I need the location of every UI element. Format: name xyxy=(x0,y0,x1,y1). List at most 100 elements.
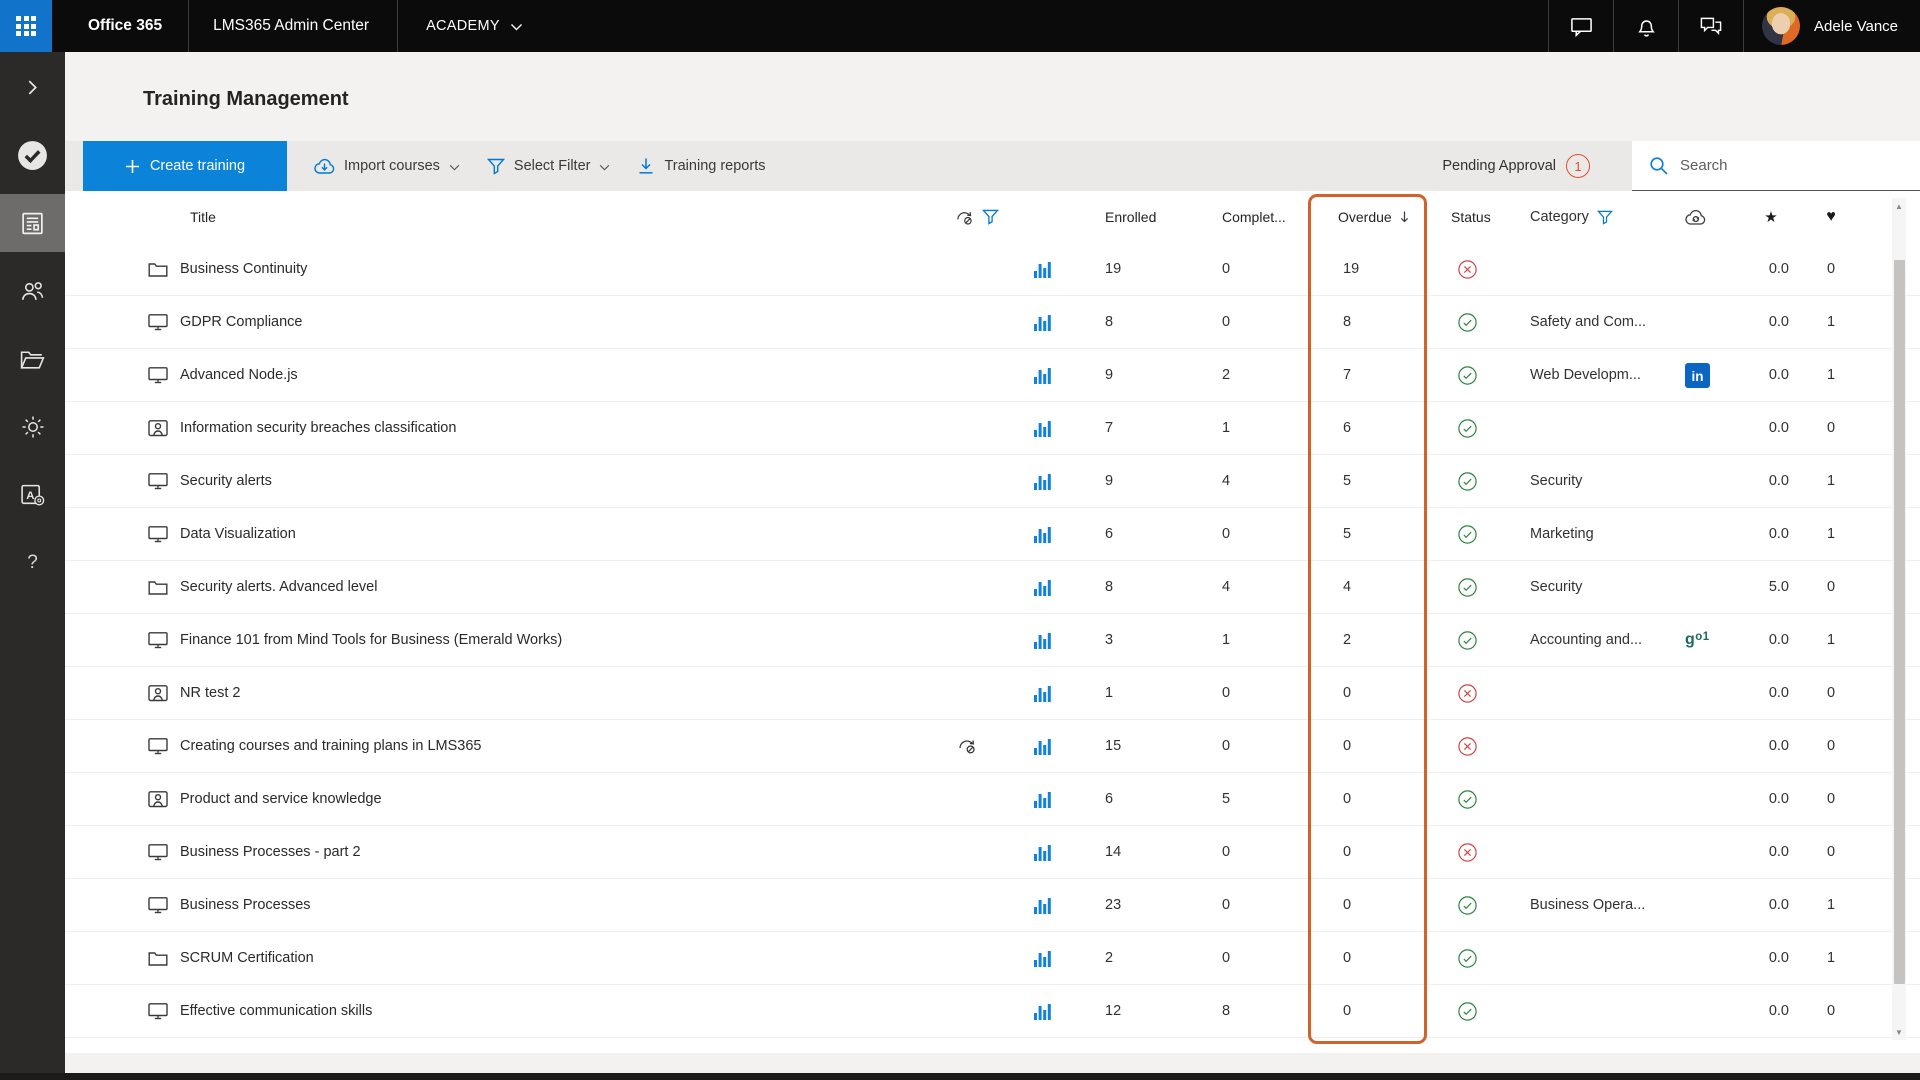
row-overdue-value: 0 xyxy=(1308,950,1427,966)
select-filter-button[interactable]: Select Filter xyxy=(487,158,611,175)
analytics-chart-icon[interactable] xyxy=(1034,685,1051,702)
chevron-down-icon xyxy=(510,23,523,31)
column-header-overdue[interactable]: Overdue xyxy=(1308,209,1427,225)
column-header-completed[interactable]: Complet... xyxy=(1204,209,1308,225)
table-row[interactable]: Advanced Node.js 9 2 7 Web Developm... i… xyxy=(65,349,1920,402)
column-header-provider[interactable] xyxy=(1665,209,1740,226)
notifications-button[interactable] xyxy=(1614,0,1678,52)
analytics-chart-icon[interactable] xyxy=(1034,420,1051,437)
row-title-link[interactable]: NR test 2 xyxy=(180,685,954,701)
row-title-link[interactable]: Finance 101 from Mind Tools for Business… xyxy=(180,632,954,648)
table-row[interactable]: Business Processes 23 0 0 Business Opera… xyxy=(65,879,1920,932)
table-row[interactable]: NR test 2 1 0 0 0.0 0 xyxy=(65,667,1920,720)
analytics-chart-icon[interactable] xyxy=(1034,1003,1051,1020)
analytics-chart-icon[interactable] xyxy=(1034,473,1051,490)
analytics-chart-icon[interactable] xyxy=(1034,526,1051,543)
star-icon: ★ xyxy=(1764,209,1777,226)
column-header-enrolled[interactable]: Enrolled xyxy=(1089,209,1204,225)
row-title-link[interactable]: SCRUM Certification xyxy=(180,950,954,966)
table-row[interactable]: Security alerts 9 4 5 Security 0.0 1 xyxy=(65,455,1920,508)
analytics-chart-icon[interactable] xyxy=(1034,791,1051,808)
tenant-dropdown[interactable]: ACADEMY xyxy=(398,0,541,52)
table-row[interactable]: Data Visualization 6 0 5 Marketing 0.0 1 xyxy=(65,508,1920,561)
row-title-link[interactable]: Creating courses and training plans in L… xyxy=(180,738,954,754)
scroll-down-arrow-icon[interactable]: ▼ xyxy=(1892,1024,1906,1040)
search-box[interactable] xyxy=(1632,141,1920,191)
status-ok-icon xyxy=(1457,789,1478,810)
table-row[interactable]: SCRUM Certification 2 0 0 0.0 1 xyxy=(65,932,1920,985)
office-admin-icon: A xyxy=(19,482,46,509)
table-row[interactable]: Business Continuity 19 0 19 0.0 0 xyxy=(65,243,1920,296)
sidebar-item-training-management[interactable] xyxy=(0,194,65,252)
status-ok-icon xyxy=(1457,365,1478,386)
app-launcher-waffle-icon[interactable] xyxy=(0,0,52,52)
row-title-link[interactable]: Product and service knowledge xyxy=(180,791,954,807)
row-title-link[interactable]: Effective communication skills xyxy=(180,1003,954,1019)
vertical-scrollbar[interactable]: ▲ ▼ xyxy=(1892,198,1906,1040)
sidebar-expand-button[interactable] xyxy=(0,58,65,116)
row-title-link[interactable]: Business Continuity xyxy=(180,261,954,277)
row-title-link[interactable]: Business Processes - part 2 xyxy=(180,844,954,860)
analytics-chart-icon[interactable] xyxy=(1034,314,1051,331)
feedback-button[interactable] xyxy=(1679,0,1743,52)
table-row[interactable]: Information security breaches classifica… xyxy=(65,402,1920,455)
chat-button[interactable] xyxy=(1549,0,1613,52)
sidebar-item-help[interactable]: ? xyxy=(0,534,65,592)
sidebar-item-settings[interactable] xyxy=(0,398,65,456)
table-row[interactable]: Effective communication skills 12 8 0 0.… xyxy=(65,985,1920,1038)
tenant-name: ACADEMY xyxy=(426,18,500,34)
analytics-chart-icon[interactable] xyxy=(1034,579,1051,596)
row-title-link[interactable]: Business Processes xyxy=(180,897,954,913)
row-enrolled-value: 23 xyxy=(1089,897,1204,913)
row-title-link[interactable]: Information security breaches classifica… xyxy=(180,420,954,436)
analytics-chart-icon[interactable] xyxy=(1034,950,1051,967)
analytics-chart-icon[interactable] xyxy=(1034,261,1051,278)
sidebar-item-lms365-home[interactable] xyxy=(0,126,65,184)
column-header-likes[interactable]: ♥ xyxy=(1802,208,1860,226)
column-header-rating[interactable]: ★ xyxy=(1740,208,1802,226)
table-row[interactable]: Security alerts. Advanced level 8 4 4 Se… xyxy=(65,561,1920,614)
table-row[interactable]: Product and service knowledge 6 5 0 0.0 … xyxy=(65,773,1920,826)
pending-approval-button[interactable]: Pending Approval 1 xyxy=(1442,154,1590,178)
table-row[interactable]: Finance 101 from Mind Tools for Business… xyxy=(65,614,1920,667)
training-reports-button[interactable]: Training reports xyxy=(637,157,765,175)
scrollbar-thumb[interactable] xyxy=(1894,260,1905,984)
sidebar-item-users[interactable] xyxy=(0,262,65,320)
account-menu[interactable]: Adele Vance xyxy=(1744,0,1920,52)
analytics-chart-icon[interactable] xyxy=(1034,897,1051,914)
row-title-link[interactable]: GDPR Compliance xyxy=(180,314,954,330)
row-overdue-value: 0 xyxy=(1308,791,1427,807)
sidebar-item-course-catalog[interactable] xyxy=(0,330,65,388)
create-training-button[interactable]: Create training xyxy=(83,141,287,191)
row-title-link[interactable]: Advanced Node.js xyxy=(180,367,954,383)
analytics-chart-icon[interactable] xyxy=(1034,844,1051,861)
search-input[interactable] xyxy=(1680,157,1900,174)
top-bar: Office 365 LMS365 Admin Center ACADEMY A… xyxy=(0,0,1920,52)
column-header-status[interactable]: Status xyxy=(1427,209,1515,225)
table-row[interactable]: Business Processes - part 2 14 0 0 0.0 0 xyxy=(65,826,1920,879)
analytics-chart-icon[interactable] xyxy=(1034,738,1051,755)
analytics-chart-icon[interactable] xyxy=(1034,367,1051,384)
sidebar-item-office-admin[interactable]: A xyxy=(0,466,65,524)
import-courses-button[interactable]: Import courses xyxy=(314,158,460,175)
row-title-link[interactable]: Security alerts xyxy=(180,473,954,489)
filter-funnel-icon[interactable] xyxy=(982,209,999,225)
row-enrolled-value: 8 xyxy=(1089,579,1204,595)
table-row[interactable]: Creating courses and training plans in L… xyxy=(65,720,1920,773)
row-title-link[interactable]: Security alerts. Advanced level xyxy=(180,579,954,595)
brand-office365[interactable]: Office 365 xyxy=(52,0,188,52)
row-overdue-value: 19 xyxy=(1308,261,1427,277)
scroll-up-arrow-icon[interactable]: ▲ xyxy=(1892,198,1906,214)
column-header-category[interactable]: Category xyxy=(1515,209,1665,225)
column-header-title[interactable]: Title xyxy=(180,209,954,225)
filter-funnel-icon[interactable] xyxy=(1597,210,1613,225)
row-completed-value: 0 xyxy=(1204,526,1308,542)
row-enrolled-value: 9 xyxy=(1089,367,1204,383)
row-title-link[interactable]: Data Visualization xyxy=(180,526,954,542)
elearning-icon xyxy=(148,896,168,914)
table-row[interactable]: GDPR Compliance 8 0 8 Safety and Com... … xyxy=(65,296,1920,349)
analytics-chart-icon[interactable] xyxy=(1034,632,1051,649)
row-likes-value: 1 xyxy=(1802,367,1860,383)
sync-disabled-icon[interactable] xyxy=(954,208,975,227)
left-nav-sidebar: A ? xyxy=(0,52,65,1080)
